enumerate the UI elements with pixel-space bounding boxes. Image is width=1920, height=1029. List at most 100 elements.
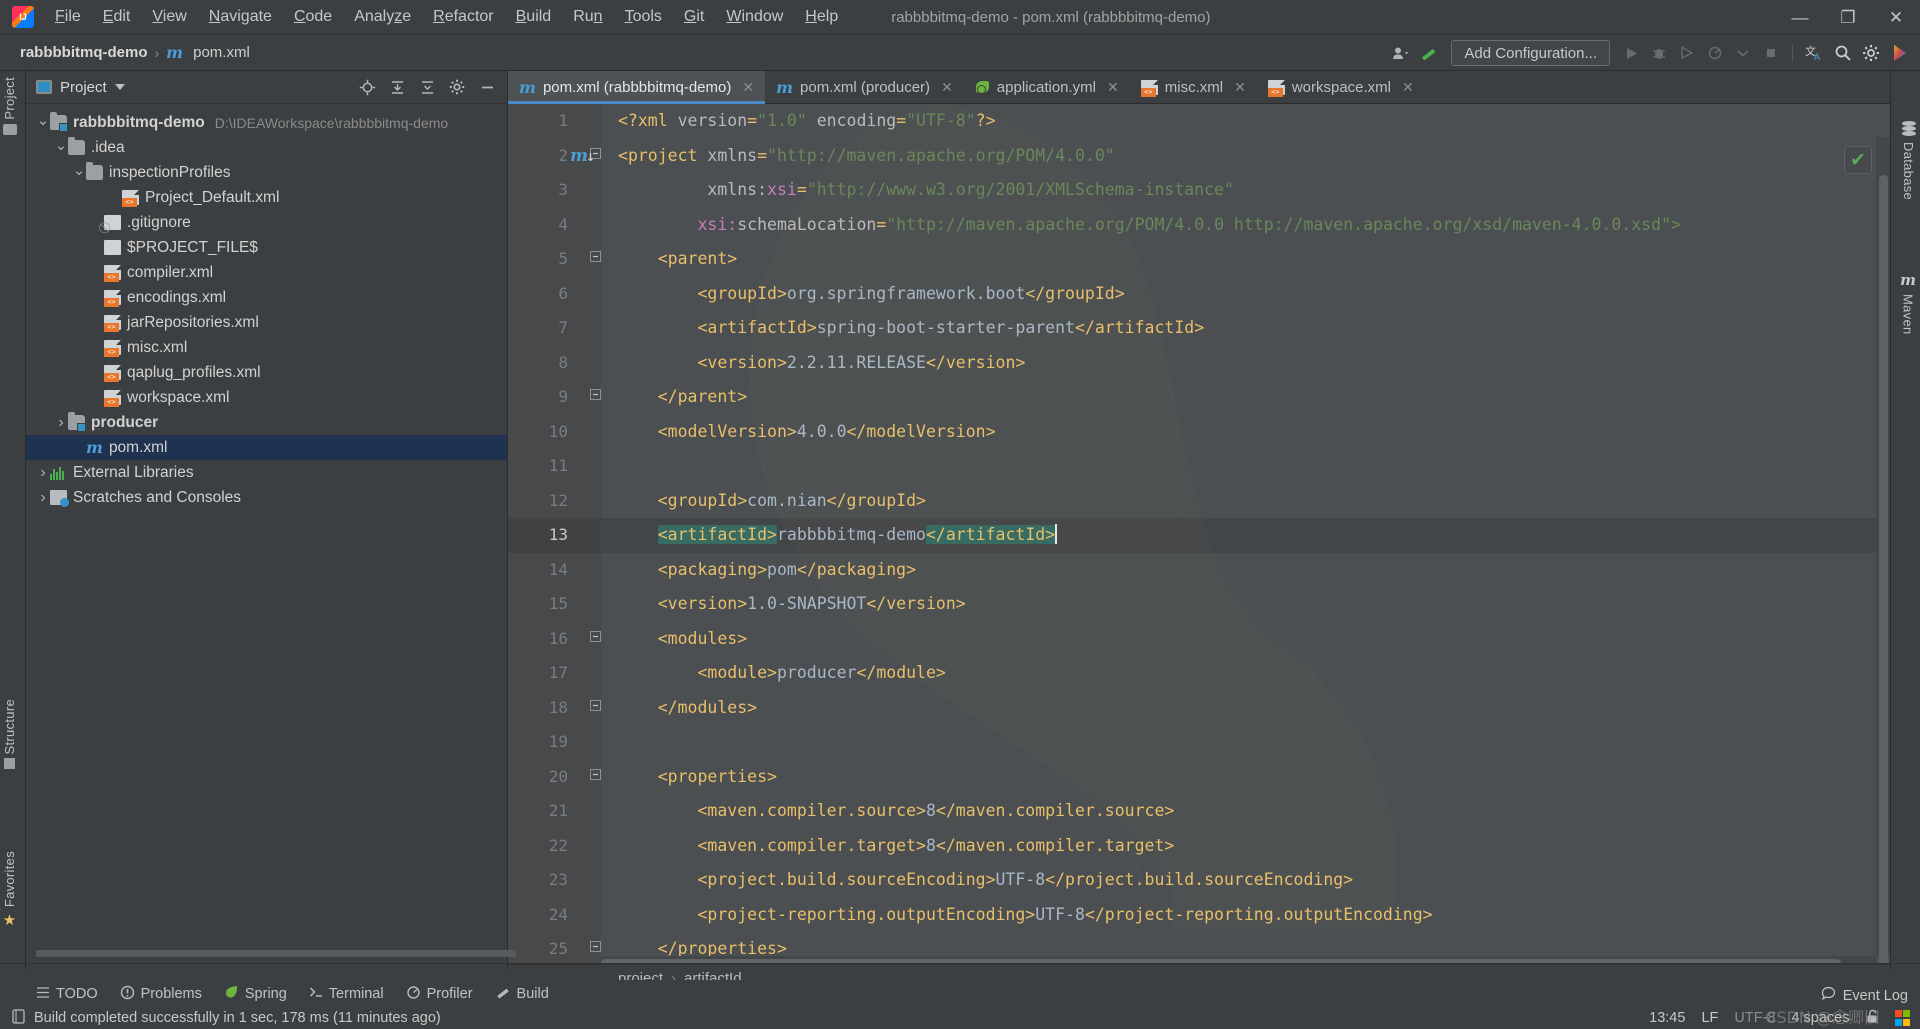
code-line-4[interactable]: 4 xsi:schemaLocation="http://maven.apach… [508, 208, 1890, 243]
close-tab-icon[interactable]: ✕ [1234, 79, 1246, 96]
event-log-button[interactable]: Event Log [1821, 986, 1908, 1005]
code-text[interactable]: </modules> [618, 691, 757, 726]
tool-window-button-spring[interactable]: Spring [224, 985, 287, 1002]
code-line-23[interactable]: 23 <project.build.sourceEncoding>UTF-8</… [508, 863, 1890, 898]
code-line-5[interactable]: 5 <parent> [508, 242, 1890, 277]
tree-node-producer[interactable]: producer [26, 410, 507, 435]
menu-item-navigate[interactable]: Navigate [198, 4, 283, 30]
code-line-17[interactable]: 17 <module>producer</module> [508, 656, 1890, 691]
debug-icon[interactable] [1646, 40, 1672, 66]
code-text[interactable]: xsi:schemaLocation="http://maven.apache.… [618, 208, 1680, 243]
gear-icon[interactable] [447, 77, 467, 97]
maximize-button[interactable]: ❐ [1824, 0, 1872, 35]
code-line-18[interactable]: 18 </modules> [508, 691, 1890, 726]
tree-node-inspectionprofiles[interactable]: inspectionProfiles [26, 160, 507, 185]
code-line-19[interactable]: 19 [508, 725, 1890, 760]
code-line-3[interactable]: 3 xmlns:xsi="http://www.w3.org/2001/XMLS… [508, 173, 1890, 208]
code-line-10[interactable]: 10 <modelVersion>4.0.0</modelVersion> [508, 415, 1890, 450]
vertical-scrollbar-thumb[interactable] [1879, 175, 1888, 969]
code-text[interactable]: <project xmlns="http://maven.apache.org/… [618, 139, 1115, 174]
code-text[interactable]: <?xml version="1.0" encoding="UTF-8"?> [618, 104, 996, 139]
code-line-9[interactable]: 9 </parent> [508, 380, 1890, 415]
breadcrumb-file[interactable]: pom.xml [193, 44, 250, 61]
close-tab-icon[interactable]: ✕ [941, 79, 953, 96]
hide-icon[interactable] [477, 77, 497, 97]
main-toolbar[interactable]: Add Configuration... 文A [1387, 35, 1914, 71]
code-text[interactable]: <modelVersion>4.0.0</modelVersion> [618, 415, 996, 450]
chevron-down-icon[interactable] [72, 164, 86, 182]
project-panel-title-group[interactable]: Project [36, 79, 125, 96]
plugin-updates-icon[interactable] [1886, 40, 1914, 66]
code-lines[interactable]: 1 <?xml version="1.0" encoding="UTF-8"?> 2… [508, 104, 1890, 969]
code-line-20[interactable]: 20 <properties> [508, 760, 1890, 795]
editor-tab-pom-xml-rabbbbitmq-demo[interactable]: m pom.xml (rabbbbitmq-demo) ✕ [508, 71, 766, 104]
code-text[interactable]: <artifactId>spring-boot-starter-parent</… [618, 311, 1204, 346]
code-text[interactable]: <maven.compiler.target>8</maven.compiler… [618, 829, 1174, 864]
add-configuration-button[interactable]: Add Configuration... [1451, 40, 1610, 66]
code-fold-toggle-icon[interactable] [588, 932, 602, 967]
chevron-down-icon[interactable] [36, 114, 50, 132]
tree-node-project-default-xml[interactable]: Project_Default.xml [26, 185, 507, 210]
close-button[interactable]: ✕ [1872, 0, 1920, 35]
editor-tab-application-yml[interactable]: application.yml ✕ [964, 71, 1130, 103]
search-everywhere-icon[interactable] [1830, 40, 1856, 66]
menu-item-window[interactable]: Window [715, 4, 794, 30]
status-line-separator[interactable]: LF [1701, 1010, 1718, 1026]
stop-icon[interactable] [1758, 40, 1784, 66]
tool-window-button-todo[interactable]: TODO [36, 986, 98, 1002]
tree-node-idea[interactable]: .idea [26, 135, 507, 160]
tree-node-gitignore[interactable]: .gitignore [26, 210, 507, 235]
code-line-7[interactable]: 7 <artifactId>spring-boot-starter-parent… [508, 311, 1890, 346]
code-text[interactable]: <project-reporting.outputEncoding>UTF-8<… [618, 898, 1432, 933]
project-panel-tools[interactable] [357, 77, 507, 97]
tree-node-compiler-xml[interactable]: compiler.xml [26, 260, 507, 285]
menu-bar[interactable]: File Edit View Navigate Code Analyze Refactor B… [44, 4, 849, 30]
menu-item-analyze[interactable]: Analyze [343, 4, 422, 30]
sidebar-item-favorites[interactable]: Favorites ★ [2, 851, 17, 929]
tree-node-pom-xml[interactable]: m pom.xml [26, 435, 507, 460]
tool-window-button-problems[interactable]: Problems [120, 985, 202, 1003]
menu-item-run[interactable]: Run [562, 4, 613, 30]
sidebar-item-project[interactable]: Project [2, 77, 17, 135]
code-fold-toggle-icon[interactable] [588, 760, 602, 795]
code-text[interactable]: <groupId>com.nian</groupId> [618, 484, 926, 519]
editor-tab-misc-xml[interactable]: misc.xml ✕ [1130, 71, 1257, 103]
code-line-8[interactable]: 8 <version>2.2.11.RELEASE</version> [508, 346, 1890, 381]
gear-icon[interactable] [1858, 40, 1884, 66]
code-text[interactable]: <module>producer</module> [618, 656, 945, 691]
menu-item-code[interactable]: Code [283, 4, 343, 30]
code-text[interactable]: <maven.compiler.source>8</maven.compiler… [618, 794, 1174, 829]
menu-item-view[interactable]: View [141, 4, 197, 30]
code-fold-toggle-icon[interactable] [588, 691, 602, 726]
close-tab-icon[interactable]: ✕ [1107, 79, 1119, 96]
menu-item-file[interactable]: File [44, 4, 92, 30]
code-line-21[interactable]: 21 <maven.compiler.source>8</maven.compi… [508, 794, 1890, 829]
code-line-1[interactable]: 1 <?xml version="1.0" encoding="UTF-8"?> [508, 104, 1890, 139]
code-line-12[interactable]: 12 <groupId>com.nian</groupId> [508, 484, 1890, 519]
code-text[interactable]: </parent> [618, 380, 747, 415]
tree-node-encodings-xml[interactable]: encodings.xml [26, 285, 507, 310]
code-text[interactable]: <project.build.sourceEncoding>UTF-8</pro… [618, 863, 1353, 898]
vertical-scrollbar[interactable] [1876, 137, 1890, 969]
code-line-16[interactable]: 16 <modules> [508, 622, 1890, 657]
code-fold-toggle-icon[interactable] [588, 380, 602, 415]
tree-node-rabbbbitmq-demo[interactable]: rabbbbitmq-demo D:\IDEAWorkspace\rabbbbit… [26, 110, 507, 135]
editor-tab-pom-xml-producer[interactable]: m pom.xml (producer) ✕ [765, 71, 964, 103]
tree-node-qaplug-profiles-xml[interactable]: qaplug_profiles.xml [26, 360, 507, 385]
code-text[interactable]: xmlns:xsi="http://www.w3.org/2001/XMLSch… [618, 173, 1234, 208]
menu-item-tools[interactable]: Tools [614, 4, 673, 30]
code-text[interactable]: <packaging>pom</packaging> [618, 553, 916, 588]
menu-item-git[interactable]: Git [673, 4, 715, 30]
chevron-right-icon[interactable] [36, 464, 50, 482]
chevron-right-icon[interactable] [36, 489, 50, 507]
code-text[interactable]: <version>1.0-SNAPSHOT</version> [618, 587, 966, 622]
windows-tray-icon[interactable] [1894, 1010, 1910, 1026]
tool-window-button-terminal[interactable]: Terminal [309, 986, 384, 1002]
tree-node-misc-xml[interactable]: misc.xml [26, 335, 507, 360]
menu-item-edit[interactable]: Edit [92, 4, 142, 30]
sidebar-item-maven[interactable]: m Maven [1900, 271, 1916, 335]
tree-node-jarrepositories-xml[interactable]: jarRepositories.xml [26, 310, 507, 335]
close-tab-icon[interactable]: ✕ [1402, 79, 1414, 96]
user-dropdown-icon[interactable] [1387, 40, 1413, 66]
chevron-down-icon[interactable] [54, 139, 68, 157]
